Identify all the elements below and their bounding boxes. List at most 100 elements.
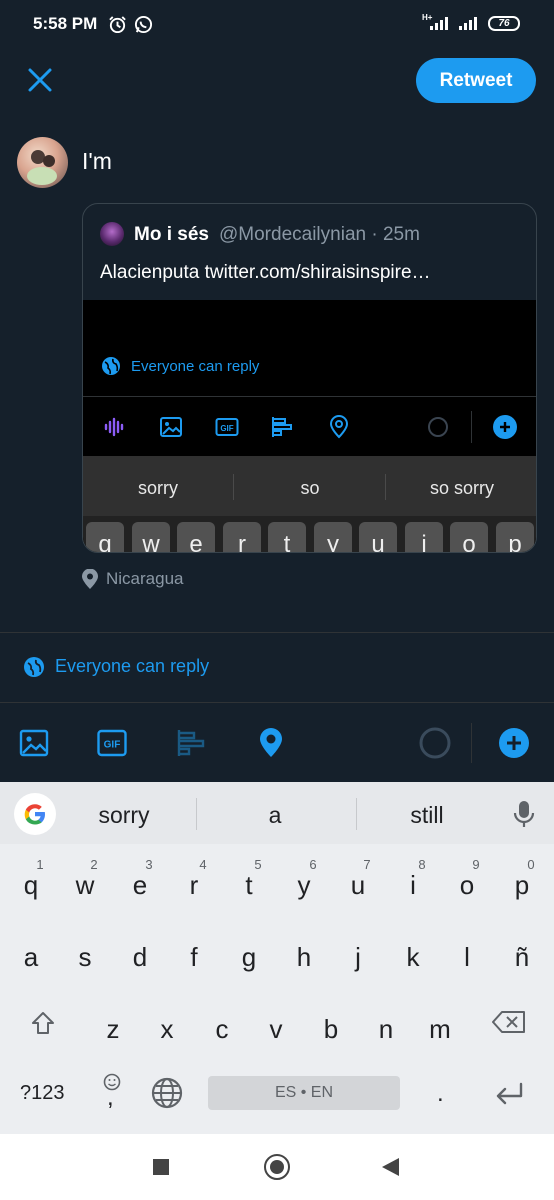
key-q[interactable]: 1q — [6, 852, 56, 908]
key-x[interactable]: x — [142, 996, 192, 1052]
key-r[interactable]: 4r — [169, 852, 219, 908]
image-key: r — [223, 522, 261, 552]
key-n[interactable]: n — [361, 996, 411, 1052]
key-i[interactable]: 8i — [388, 852, 438, 908]
enter-icon[interactable] — [494, 1082, 524, 1106]
progress-ring-icon — [419, 727, 451, 759]
key-letter: t — [245, 870, 253, 900]
key-z[interactable]: z — [88, 996, 138, 1052]
image-key: p — [496, 522, 534, 552]
location-tag[interactable]: Nicaragua — [82, 569, 184, 589]
key-e[interactable]: 3e — [115, 852, 165, 908]
key-t[interactable]: 5t — [224, 852, 274, 908]
key-letter: i — [410, 870, 416, 900]
quoted-tweet-card[interactable]: Mo i sés @Mordecailynian · 25m Alacienpu… — [82, 203, 537, 553]
key-letter: ñ — [514, 942, 530, 972]
key-o[interactable]: 9o — [442, 852, 492, 908]
key-letter: r — [189, 870, 199, 900]
keyboard-suggestion-3[interactable]: still — [352, 802, 502, 829]
reply-setting-button[interactable]: Everyone can reply — [24, 656, 209, 677]
spacebar[interactable]: ES • EN — [208, 1076, 400, 1110]
shift-icon[interactable] — [30, 1010, 56, 1036]
key-s[interactable]: s — [60, 924, 110, 980]
key-letter: v — [269, 1014, 283, 1044]
globe-icon — [102, 357, 120, 375]
comma-key[interactable]: , — [107, 1084, 114, 1112]
divider — [0, 632, 554, 633]
battery-icon: 76 — [488, 16, 520, 31]
key-p[interactable]: 0p — [497, 852, 547, 908]
image-reply-label: Everyone can reply — [131, 357, 260, 375]
reply-setting-label: Everyone can reply — [55, 656, 210, 676]
key-letter: g — [241, 942, 257, 972]
key-letter: q — [23, 870, 39, 900]
home-icon[interactable] — [264, 1154, 290, 1180]
key-c[interactable]: c — [197, 996, 247, 1052]
close-icon — [28, 68, 52, 92]
image-suggestion-3: so sorry — [429, 478, 494, 498]
symbols-key[interactable]: ?123 — [20, 1082, 65, 1105]
gif-icon[interactable]: GIF — [97, 728, 127, 758]
key-n-tilde[interactable]: ñ — [497, 924, 547, 980]
quoted-tweet-handle: @Mordecailynian · 25m — [219, 224, 420, 245]
key-letter: y — [297, 870, 311, 900]
key-f[interactable]: f — [169, 924, 219, 980]
suggestion-divider — [196, 798, 197, 830]
add-tweet-icon — [493, 415, 517, 439]
location-icon[interactable] — [256, 728, 286, 758]
signal-icon — [430, 16, 448, 30]
key-j[interactable]: j — [333, 924, 383, 980]
image-suggestion-divider — [385, 474, 386, 500]
key-k[interactable]: k — [388, 924, 438, 980]
image-icon — [160, 417, 182, 437]
add-tweet-icon[interactable] — [499, 728, 529, 758]
divider — [0, 702, 554, 703]
key-letter: e — [132, 870, 148, 900]
quoted-tweet-name: Mo i sés — [134, 224, 209, 245]
whatsapp-icon — [134, 15, 153, 34]
progress-ring-icon — [428, 417, 448, 437]
key-m[interactable]: m — [415, 996, 465, 1052]
key-b[interactable]: b — [306, 996, 356, 1052]
alarm-icon — [109, 16, 126, 34]
keyboard-suggestion-bar: sorry a still — [0, 782, 554, 844]
key-u[interactable]: 7u — [333, 852, 383, 908]
key-a[interactable]: a — [6, 924, 56, 980]
keyboard: sorry a still 1q 2w 3e 4r 5t 6y 7u 8i 9o… — [0, 782, 554, 1134]
key-g[interactable]: g — [224, 924, 274, 980]
quoted-tweet-image: Everyone can reply GIF sorry so so sorry… — [83, 300, 536, 552]
svg-text:GIF: GIF — [104, 740, 121, 751]
microphone-icon[interactable] — [510, 799, 538, 829]
image-keyboard-keys: q w e r t y u i o p — [83, 516, 536, 552]
keyboard-suggestion-1[interactable]: sorry — [49, 802, 199, 829]
recent-apps-icon[interactable] — [153, 1159, 169, 1175]
key-d[interactable]: d — [115, 924, 165, 980]
image-key: o — [450, 522, 488, 552]
period-key[interactable]: . — [437, 1080, 444, 1108]
key-y[interactable]: 6y — [279, 852, 329, 908]
location-label: Nicaragua — [106, 569, 184, 588]
location-icon — [329, 415, 349, 439]
avatar[interactable] — [17, 137, 68, 188]
globe-icon — [24, 656, 44, 677]
image-reply-setting: Everyone can reply — [101, 356, 259, 376]
back-icon[interactable] — [382, 1158, 399, 1176]
retweet-button[interactable]: Retweet — [416, 58, 536, 103]
key-letter: m — [429, 1014, 451, 1044]
key-l[interactable]: l — [442, 924, 492, 980]
image-keyboard-suggestions: sorry so so sorry — [83, 456, 536, 516]
close-button[interactable] — [22, 62, 58, 98]
image-toolbar: GIF — [83, 396, 536, 456]
compose-text-input[interactable]: I'm — [82, 148, 112, 175]
globe-icon[interactable] — [151, 1077, 183, 1109]
key-w[interactable]: 2w — [60, 852, 110, 908]
poll-icon[interactable] — [176, 728, 206, 758]
quoted-tweet-avatar — [100, 222, 124, 246]
image-icon[interactable] — [19, 728, 49, 758]
keyboard-suggestion-2[interactable]: a — [200, 802, 350, 829]
image-key: e — [177, 522, 215, 552]
key-letter: j — [355, 942, 361, 972]
key-h[interactable]: h — [279, 924, 329, 980]
key-v[interactable]: v — [251, 996, 301, 1052]
backspace-icon[interactable] — [492, 1010, 526, 1034]
